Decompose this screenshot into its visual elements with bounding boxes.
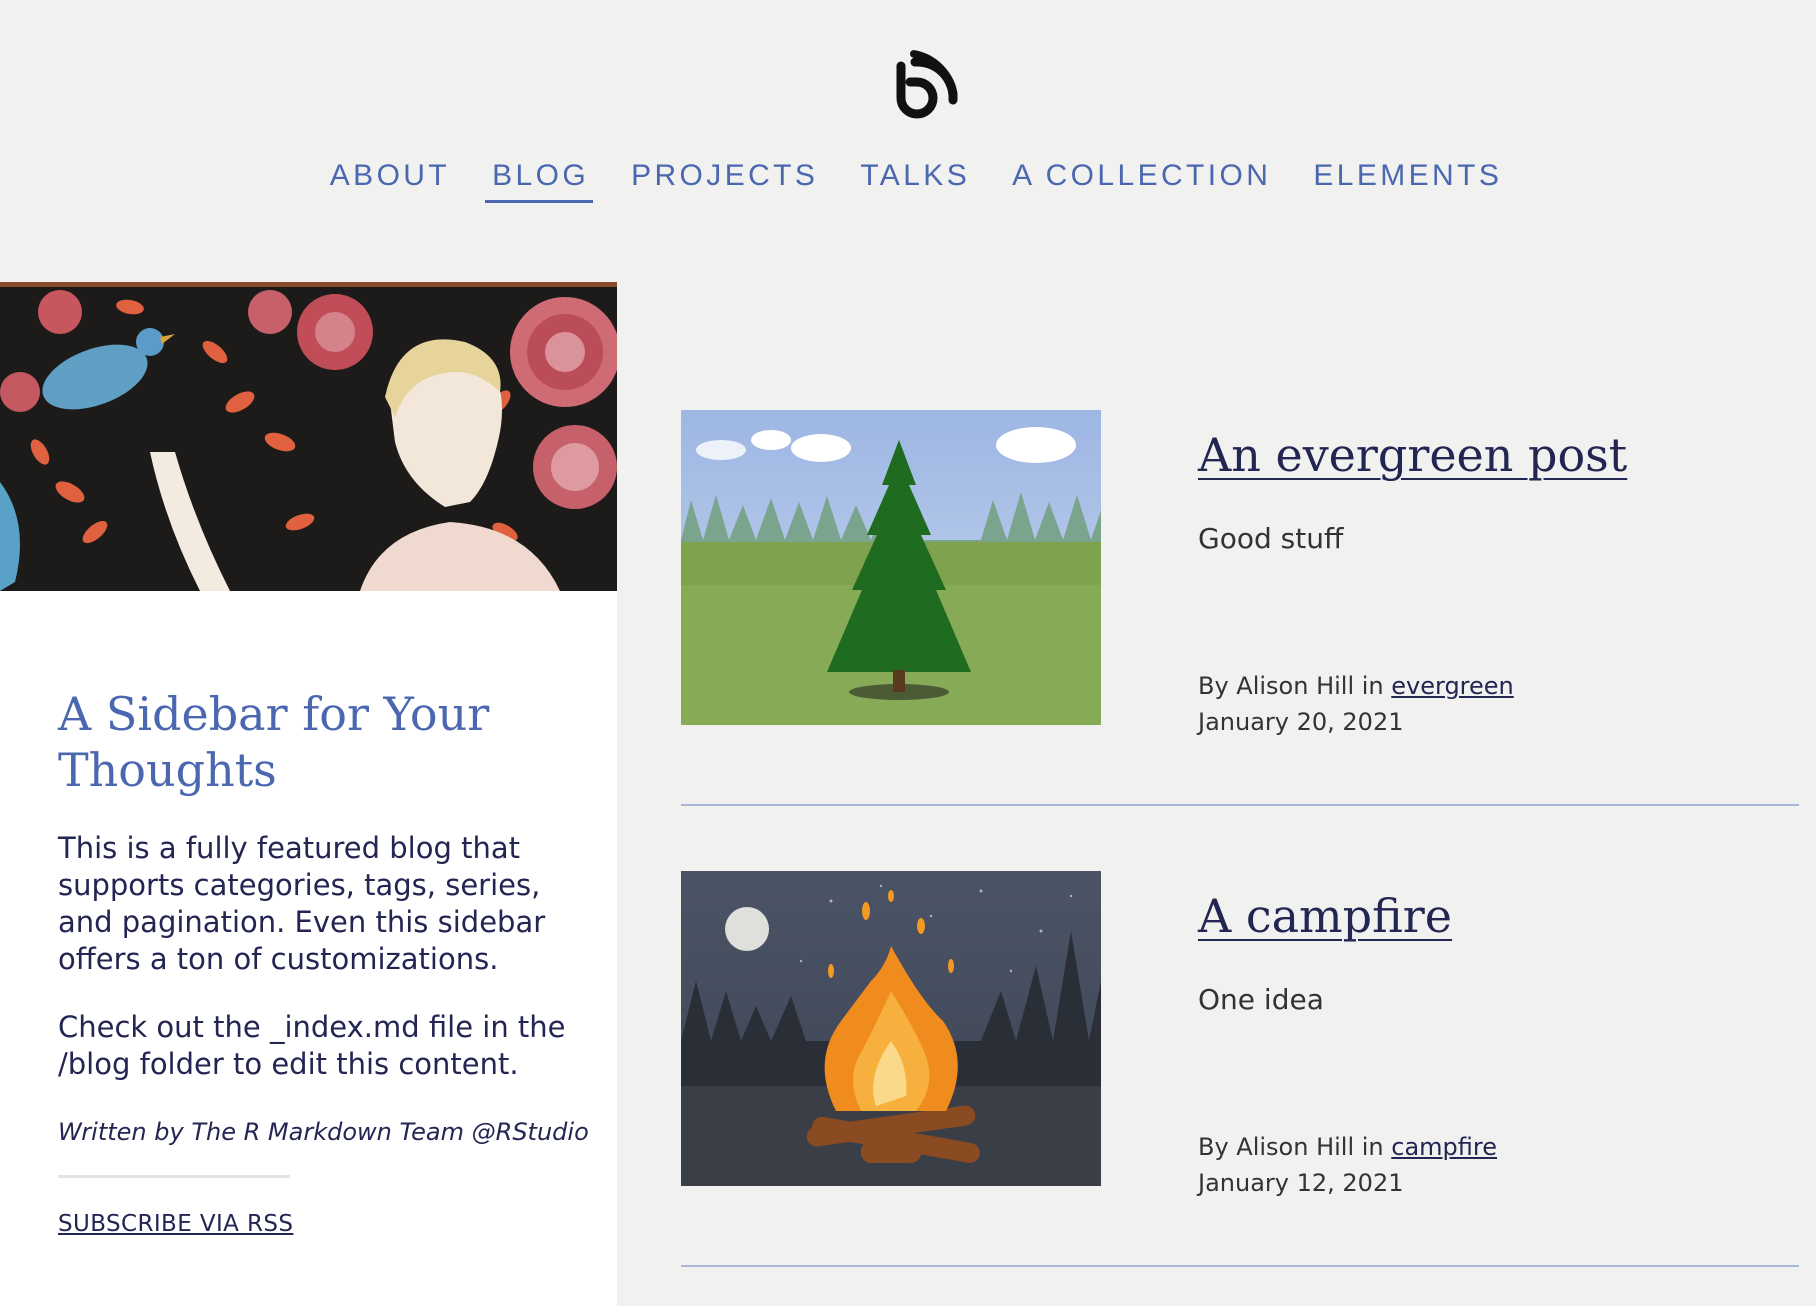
post-thumbnail-evergreen[interactable]	[681, 410, 1101, 725]
sidebar-author: Written by The R Markdown Team @RStudio	[58, 1118, 589, 1146]
post-date: January 12, 2021	[1198, 1169, 1404, 1197]
post-date: January 20, 2021	[1198, 708, 1404, 736]
nav-blog[interactable]: BLOG	[485, 158, 594, 203]
post-card: A campfire One idea By Alison Hill in ca…	[681, 871, 1799, 1271]
post-byline-text: By Alison Hill in	[1198, 1133, 1392, 1161]
post-thumbnail-campfire[interactable]	[681, 871, 1101, 1186]
post-title-link[interactable]: An evergreen post	[1198, 428, 1627, 482]
sidebar: A Sidebar for Your Thoughts This is a fu…	[0, 282, 617, 1306]
subscribe-rss-link[interactable]: SUBSCRIBE VIA RSS	[58, 1211, 293, 1237]
post-category-link[interactable]: campfire	[1391, 1133, 1497, 1161]
post-description: Good stuff	[1198, 522, 1344, 555]
post-title-link[interactable]: A campfire	[1198, 889, 1452, 943]
post-card: An evergreen post Good stuff By Alison H…	[681, 410, 1799, 810]
nav-talks[interactable]: TALKS	[860, 158, 970, 203]
nav-a-collection[interactable]: A COLLECTION	[1012, 158, 1271, 203]
post-byline: By Alison Hill in evergreen	[1198, 672, 1514, 700]
nav-projects[interactable]: PROJECTS	[631, 158, 818, 203]
site-logo-icon[interactable]	[893, 46, 963, 120]
sidebar-title: A Sidebar for Your Thoughts	[58, 687, 490, 797]
post-description: One idea	[1198, 983, 1324, 1016]
post-divider	[681, 804, 1799, 806]
post-divider	[681, 1265, 1799, 1267]
sidebar-instructions: Check out the _index.md file in the /blo…	[58, 1010, 566, 1081]
post-category-link[interactable]: evergreen	[1391, 672, 1514, 700]
post-byline: By Alison Hill in campfire	[1198, 1133, 1497, 1161]
nav-elements[interactable]: ELEMENTS	[1313, 158, 1502, 203]
sidebar-hero-image	[0, 282, 617, 591]
post-byline-text: By Alison Hill in	[1198, 672, 1392, 700]
sidebar-description: This is a fully featured blog that suppo…	[58, 831, 546, 976]
main-nav: ABOUT BLOG PROJECTS TALKS A COLLECTION E…	[0, 158, 1816, 203]
sidebar-divider	[58, 1175, 290, 1178]
nav-about[interactable]: ABOUT	[330, 158, 450, 203]
